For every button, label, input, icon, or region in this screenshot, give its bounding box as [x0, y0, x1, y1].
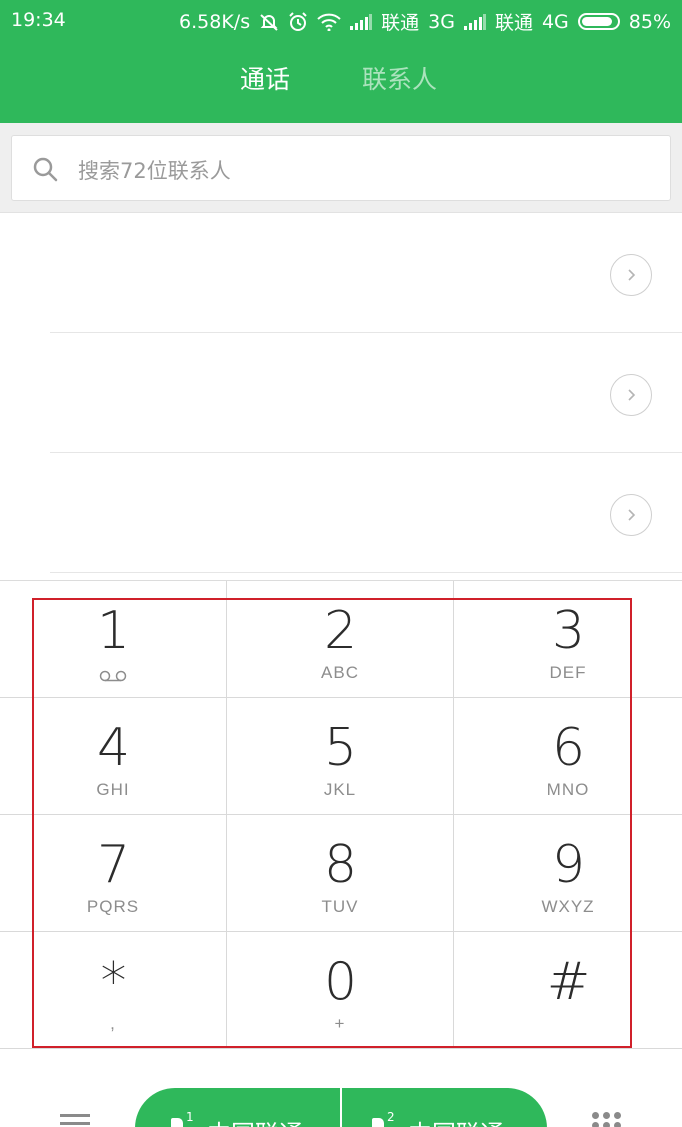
app-header: 19:34 6.58K/s 联通 3G 联通 4G 85% 通话 联系人	[0, 0, 682, 123]
key-2[interactable]: 2 ABC	[227, 581, 454, 698]
network-speed: 6.58K/s	[179, 10, 251, 33]
key-letters: TUV	[321, 897, 359, 916]
network-type-1: 3G	[428, 10, 455, 33]
phone-sim1-icon: 1	[171, 1110, 195, 1127]
call-sim2-label: 中国联通	[408, 1114, 504, 1127]
key-letters: DEF	[549, 663, 587, 682]
dialpad-toggle-icon[interactable]	[592, 1112, 622, 1127]
wifi-icon	[317, 13, 341, 31]
key-letters: ABC	[321, 663, 359, 682]
key-letters	[454, 1014, 682, 1034]
list-item[interactable]	[0, 213, 682, 333]
key-letters: WXYZ	[541, 897, 595, 916]
call-sim1-button[interactable]: 1 中国联通	[135, 1088, 340, 1127]
network-type-2: 4G	[541, 10, 569, 33]
search-area: 搜索72位联系人	[0, 123, 682, 213]
key-3[interactable]: 3 DEF	[454, 581, 682, 698]
menu-icon[interactable]	[60, 1114, 90, 1127]
key-0[interactable]: 0 +	[227, 932, 454, 1049]
search-input[interactable]: 搜索72位联系人	[11, 135, 671, 201]
chevron-right-icon[interactable]	[610, 374, 652, 416]
status-time: 19:34	[11, 9, 66, 31]
key-letters: MNO	[546, 780, 590, 799]
key-letters: GHI	[96, 780, 130, 799]
battery-level: 85%	[628, 10, 671, 33]
key-star[interactable]: * ,	[0, 932, 227, 1049]
key-8[interactable]: 8 TUV	[227, 815, 454, 932]
search-placeholder: 搜索72位联系人	[78, 159, 231, 183]
list-item[interactable]	[0, 333, 682, 453]
list-item[interactable]	[0, 453, 682, 573]
status-indicators: 6.58K/s 联通 3G 联通 4G 85%	[179, 8, 671, 35]
key-letters: +	[334, 1014, 346, 1033]
key-digit: 4	[96, 718, 130, 778]
key-9[interactable]: 9 WXYZ	[454, 815, 682, 932]
signal-icon	[463, 13, 486, 30]
key-digit: 9	[551, 835, 585, 895]
status-bar: 19:34 6.58K/s 联通 3G 联通 4G 85%	[0, 0, 682, 40]
key-digit: 0	[323, 952, 357, 1012]
call-button-group: 1 中国联通 2 中国联通	[135, 1088, 547, 1127]
key-4[interactable]: 4 GHI	[0, 698, 227, 815]
voicemail-icon	[99, 667, 127, 686]
key-digit: *	[100, 952, 127, 1012]
alarm-icon	[288, 11, 308, 32]
key-letters: PQRS	[86, 897, 140, 916]
key-letters: ,	[110, 1014, 116, 1033]
call-sim1-label: 中国联通	[207, 1114, 303, 1127]
key-1[interactable]: 1	[0, 581, 227, 698]
dial-keypad: 1 2 ABC 3 DEF 4 GHI 5 JKL 6 MNO 7 PQRS 8…	[0, 580, 682, 1050]
tab-bar: 通话 联系人	[0, 60, 682, 104]
call-sim2-button[interactable]: 2 中国联通	[342, 1088, 547, 1127]
key-digit: 6	[551, 718, 585, 778]
key-6[interactable]: 6 MNO	[454, 698, 682, 815]
key-digit: 7	[96, 835, 130, 895]
carrier-2: 联通	[494, 12, 533, 34]
tab-calls[interactable]: 通话	[240, 60, 290, 96]
key-digit: 8	[323, 835, 357, 895]
phone-sim2-icon: 2	[372, 1110, 396, 1127]
key-digit: 1	[96, 601, 130, 661]
bottom-bar: 1 中国联通 2 中国联通	[0, 1050, 682, 1127]
tab-contacts[interactable]: 联系人	[362, 60, 437, 96]
chevron-right-icon[interactable]	[610, 254, 652, 296]
chevron-right-icon[interactable]	[610, 494, 652, 536]
battery-icon	[577, 13, 620, 30]
mute-notification-icon	[259, 12, 279, 32]
search-icon	[32, 156, 58, 182]
carrier-1: 联通	[381, 12, 420, 34]
key-letters: JKL	[323, 780, 357, 799]
key-digit: 2	[323, 601, 357, 661]
key-5[interactable]: 5 JKL	[227, 698, 454, 815]
key-digit: #	[546, 952, 591, 1012]
row-divider	[50, 572, 682, 573]
signal-icon	[350, 13, 373, 30]
recent-calls-list	[0, 213, 682, 578]
key-digit: 3	[551, 601, 585, 661]
key-pound[interactable]: #	[454, 932, 682, 1049]
key-digit: 5	[323, 718, 357, 778]
key-7[interactable]: 7 PQRS	[0, 815, 227, 932]
